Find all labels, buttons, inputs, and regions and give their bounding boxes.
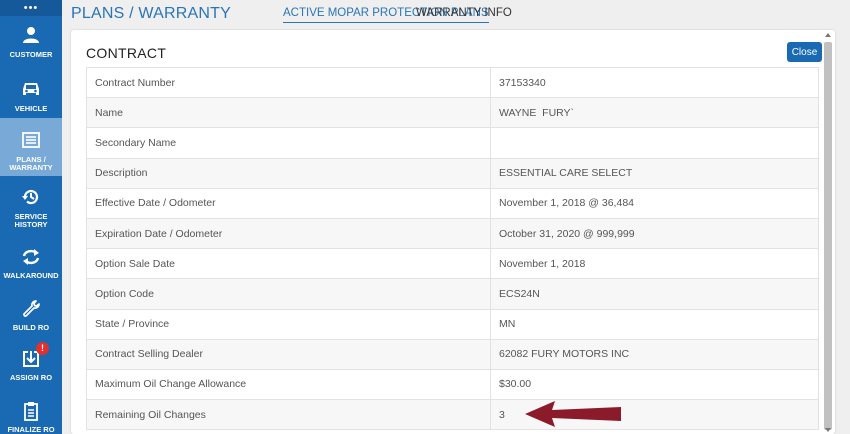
- app-root: ••• CUSTOMER VEHICLE PLANS / WARRANTY SE…: [0, 0, 850, 434]
- sidebar-item-walkaround[interactable]: WALKAROUND: [0, 246, 62, 280]
- contract-panel: CONTRACT Close Contract Number 37153340 N…: [71, 30, 835, 434]
- contract-table: Contract Number 37153340 Name WAYNE FURY` …: [86, 67, 819, 431]
- clipboard-icon: [20, 400, 42, 421]
- table-row: Secondary Name: [87, 128, 818, 159]
- menu-dots-icon[interactable]: •••: [0, 0, 62, 16]
- table-row: Name WAYNE FURY`: [87, 98, 818, 129]
- table-row: Contract Number 37153340: [87, 68, 818, 99]
- row-label: Maximum Oil Change Allowance: [87, 369, 491, 400]
- list-icon: [20, 129, 42, 151]
- page-title: PLANS / WARRANTY: [71, 5, 231, 22]
- assign-icon: !: [20, 342, 49, 369]
- sidebar-item-label: SERVICE HISTORY: [14, 212, 48, 229]
- table-row: Maximum Oil Change Allowance $30.00: [87, 369, 818, 401]
- table-row: Contract Selling Dealer 62082 FURY MOTORS…: [87, 339, 818, 370]
- sidebar-item-label: WALKAROUND: [3, 271, 59, 280]
- row-value: MN: [499, 318, 516, 331]
- table-row: Description ESSENTIAL CARE SELECT: [87, 158, 818, 189]
- table-row: Option Sale Date November 1, 2018: [87, 249, 818, 280]
- sidebar-item-finalize-ro[interactable]: FINALIZE RO: [0, 400, 62, 434]
- annotation-arrow-icon: [525, 401, 621, 427]
- row-value: November 1, 2018 @ 36,484: [499, 197, 634, 210]
- close-button[interactable]: Close: [787, 42, 822, 62]
- sidebar-item-label: ASSIGN RO: [9, 373, 53, 382]
- row-label: Contract Selling Dealer: [87, 339, 491, 369]
- sidebar-item-plans-warranty[interactable]: PLANS / WARRANTY: [0, 118, 62, 176]
- notification-badge: !: [36, 342, 49, 355]
- row-label: Expiration Date / Odometer: [87, 218, 491, 249]
- sidebar-item-label: PLANS / WARRANTY: [9, 155, 53, 172]
- table-row: Option Code ECS24N: [87, 279, 818, 310]
- row-value: [491, 128, 818, 157]
- row-value: WAYNE FURY`: [499, 106, 575, 119]
- sidebar-item-label: BUILD RO: [12, 323, 50, 332]
- row-label: Name: [87, 98, 491, 128]
- row-value: November 1, 2018: [499, 257, 586, 270]
- table-row: Effective Date / Odometer November 1, 201…: [87, 188, 818, 219]
- table-row: Expiration Date / Odometer October 31, 20…: [87, 218, 818, 250]
- tab-warranty-info[interactable]: WARRANTY INFO: [416, 7, 512, 19]
- scrollbar-thumb[interactable]: [824, 42, 832, 430]
- refresh-icon: [20, 246, 42, 267]
- row-label: Option Code: [87, 279, 491, 309]
- row-value: ESSENTIAL CARE SELECT: [499, 167, 633, 180]
- car-icon: [20, 78, 42, 100]
- row-label: Option Sale Date: [87, 249, 491, 279]
- sidebar-item-assign-ro[interactable]: ! ASSIGN RO: [0, 342, 62, 382]
- row-value: October 31, 2020 @ 999,999: [499, 227, 635, 240]
- sidebar-item-service-history[interactable]: SERVICE HISTORY: [0, 186, 62, 230]
- row-label: Effective Date / Odometer: [87, 188, 491, 218]
- scroll-up-icon[interactable]: [825, 33, 831, 37]
- wrench-icon: [20, 298, 42, 319]
- sidebar: ••• CUSTOMER VEHICLE PLANS / WARRANTY SE…: [0, 0, 62, 434]
- row-label: Remaining Oil Changes: [87, 400, 491, 430]
- sidebar-item-vehicle[interactable]: VEHICLE: [0, 78, 62, 118]
- sidebar-item-label: CUSTOMER: [9, 50, 53, 59]
- page-header: PLANS / WARRANTY ACTIVE MOPAR PROTECTION…: [62, 0, 850, 30]
- sidebar-item-customer[interactable]: CUSTOMER: [0, 24, 62, 68]
- row-value: 37153340: [499, 76, 546, 89]
- row-label: Contract Number: [87, 68, 491, 98]
- row-value: $30.00: [499, 378, 532, 391]
- row-label: State / Province: [87, 309, 491, 339]
- table-row: Remaining Oil Changes 3: [87, 400, 818, 431]
- row-value: 62082 FURY MOTORS INC: [499, 348, 630, 361]
- history-icon: [20, 186, 42, 208]
- row-label: Secondary Name: [87, 128, 491, 158]
- table-row: State / Province MN: [87, 309, 818, 340]
- row-label: Description: [87, 158, 491, 188]
- sidebar-item-label: FINALIZE RO: [7, 425, 55, 434]
- scroll-down-icon[interactable]: [825, 428, 831, 432]
- person-icon: [20, 24, 42, 46]
- sidebar-item-label: VEHICLE: [14, 104, 48, 113]
- panel-title: CONTRACT: [86, 45, 167, 61]
- sidebar-item-build-ro[interactable]: BUILD RO: [0, 298, 62, 332]
- row-value: ECS24N: [499, 287, 540, 300]
